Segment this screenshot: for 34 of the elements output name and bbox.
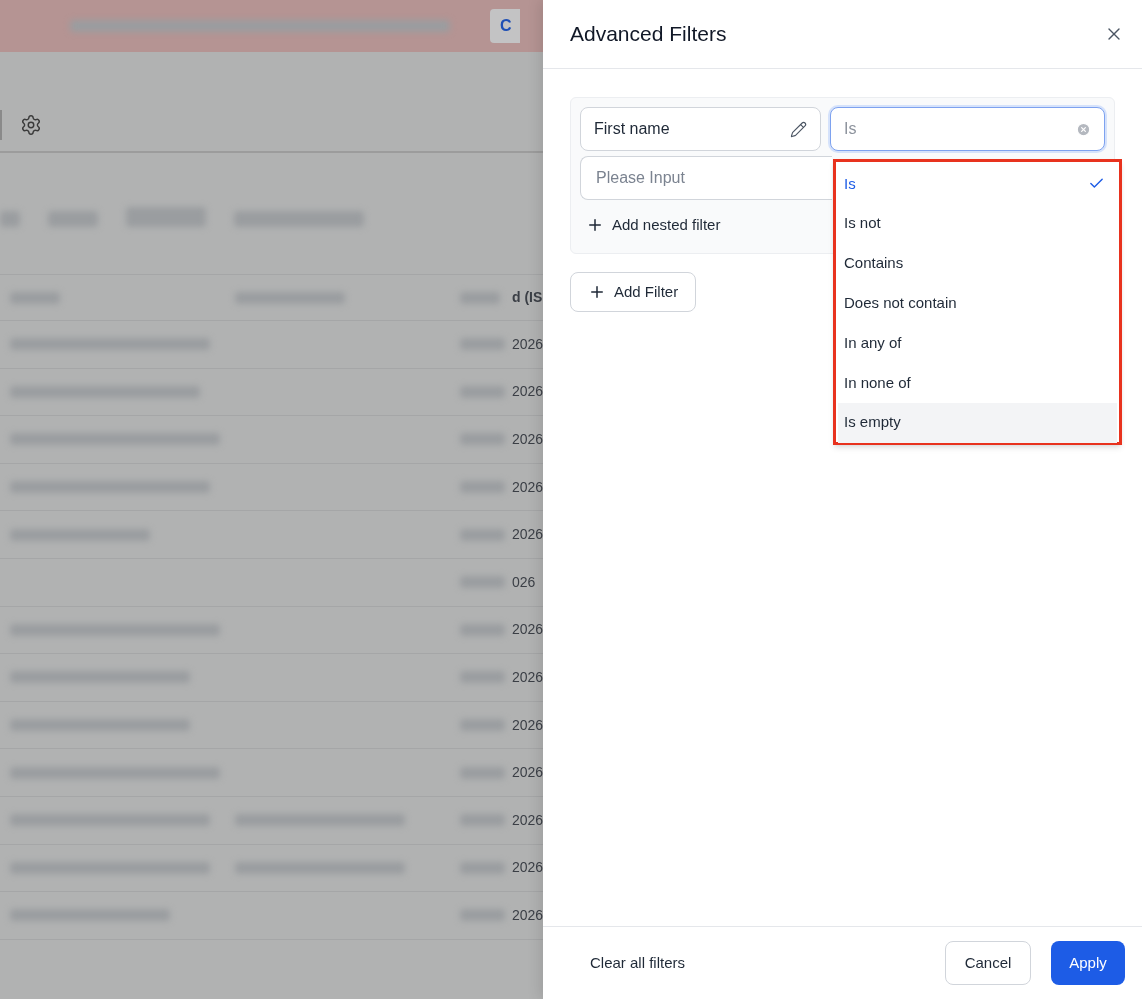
date-cell-text: 2026 xyxy=(512,430,543,449)
operator-option[interactable]: Is empty xyxy=(838,402,1117,443)
operator-option[interactable]: Is not xyxy=(838,203,1117,244)
clear-filters-link[interactable]: Clear all filters xyxy=(590,951,686,975)
operator-option[interactable]: Contains xyxy=(838,243,1117,284)
add-nested-filter-button[interactable]: Add nested filter xyxy=(580,205,727,245)
column-heading: d (IS xyxy=(512,288,543,307)
date-cell-text: 2026 xyxy=(512,905,543,925)
operator-option[interactable]: In any of xyxy=(838,323,1117,363)
date-cell-text: 2026 xyxy=(512,810,543,830)
drawer-title: Advanced Filters xyxy=(570,21,727,48)
date-cell-text: 2026 xyxy=(512,334,543,354)
value-input[interactable]: Please Input xyxy=(580,156,832,200)
date-cell-text: 2026 xyxy=(512,858,543,878)
settings-icon[interactable] xyxy=(20,113,42,136)
date-cell-text: 2026 xyxy=(512,525,543,545)
date-cell-text: 2026 xyxy=(512,382,543,402)
date-cell-text: 026 xyxy=(512,572,537,592)
date-cell-text: 2026 xyxy=(512,715,543,735)
date-cell-text: 2026 xyxy=(512,667,543,687)
add-filter-button[interactable]: Add Filter xyxy=(570,272,697,312)
pencil-icon[interactable] xyxy=(790,120,807,138)
date-cell-text: 2026 xyxy=(512,620,543,640)
cancel-button[interactable]: Cancel xyxy=(945,941,1031,985)
plus-icon xyxy=(586,216,604,234)
banner-button[interactable]: C xyxy=(490,9,520,43)
operator-option[interactable]: Is xyxy=(838,164,1117,204)
plus-icon xyxy=(588,283,606,301)
operator-option[interactable]: Does not contain xyxy=(838,283,1117,324)
date-cell-text: 2026 xyxy=(512,477,543,497)
date-cell-text: 2026 xyxy=(512,763,543,783)
apply-button[interactable]: Apply xyxy=(1051,941,1125,985)
operator-option[interactable]: In none of xyxy=(838,363,1117,403)
field-select[interactable]: First name xyxy=(580,107,821,151)
